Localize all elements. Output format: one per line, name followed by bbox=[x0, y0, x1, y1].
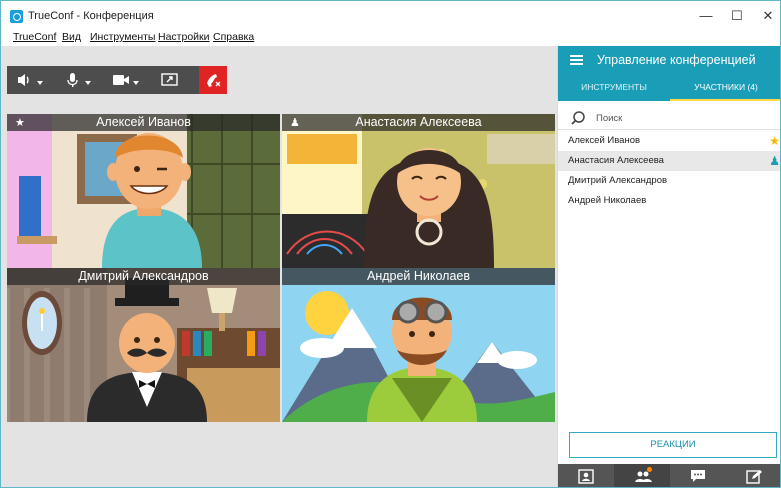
reactions-button[interactable]: РЕАКЦИИ bbox=[569, 432, 777, 458]
speaker-icon bbox=[18, 74, 29, 86]
video-tile-4[interactable]: Андрей Николаев bbox=[282, 268, 555, 422]
hangup-button[interactable] bbox=[199, 66, 227, 94]
title-bar: TrueConf - Конференция — ☐ ✕ bbox=[1, 1, 780, 31]
menu-settings[interactable]: Настройки bbox=[158, 31, 210, 43]
tile-name-2: Анастасия Алексеева bbox=[282, 114, 555, 131]
camera-button[interactable] bbox=[103, 66, 147, 94]
edit-button[interactable] bbox=[726, 464, 780, 487]
edit-icon bbox=[746, 470, 762, 484]
speaker-button[interactable] bbox=[7, 66, 51, 94]
panel-tabs: ИНСТРУМЕНТЫ УЧАСТНИКИ (4) bbox=[558, 74, 780, 101]
search-input[interactable] bbox=[596, 110, 766, 126]
minimize-button[interactable]: — bbox=[691, 5, 721, 27]
app-window: TrueConf - Конференция — ☐ ✕ TrueConf Ви… bbox=[0, 0, 781, 488]
maximize-button[interactable]: ☐ bbox=[722, 5, 752, 27]
moderator-icon: ♟ bbox=[769, 154, 780, 168]
owner-star-icon: ★ bbox=[15, 117, 25, 129]
video-tile-1[interactable]: Алексей Иванов ★ bbox=[7, 114, 280, 268]
notification-dot-icon bbox=[647, 467, 652, 472]
microphone-caret-icon[interactable] bbox=[85, 81, 91, 85]
moderator-icon: ♟ bbox=[290, 117, 300, 129]
participant-name: Андрей Николаев bbox=[568, 195, 647, 206]
video-tile-2[interactable]: Анастасия Алексеева ♟ bbox=[282, 114, 555, 268]
owner-star-icon: ★ bbox=[769, 134, 780, 148]
trueconf-logo-icon bbox=[10, 10, 23, 23]
participant-item[interactable]: Анастасия Алексеева ♟ bbox=[558, 151, 780, 171]
screen-share-icon bbox=[161, 73, 178, 86]
hangup-icon bbox=[207, 74, 221, 87]
search-icon bbox=[571, 111, 585, 125]
microphone-icon bbox=[67, 73, 78, 87]
participant-video-4 bbox=[282, 268, 555, 422]
participant-list: Алексей Иванов ★ Анастасия Алексеева ♟ Д… bbox=[558, 131, 780, 211]
participant-item[interactable]: Дмитрий Александров bbox=[558, 171, 780, 191]
contacts-button[interactable] bbox=[558, 464, 614, 487]
panel-title: Управление конференцией bbox=[597, 53, 756, 67]
tab-tools[interactable]: ИНСТРУМЕНТЫ bbox=[558, 74, 670, 101]
panel-bottom-bar bbox=[558, 464, 780, 487]
participant-video-2 bbox=[282, 114, 555, 268]
search-row bbox=[558, 106, 780, 130]
conference-management-panel: Управление конференцией ИНСТРУМЕНТЫ УЧАС… bbox=[557, 46, 780, 487]
speaker-caret-icon[interactable] bbox=[37, 81, 43, 85]
camera-icon bbox=[113, 75, 129, 85]
screen-share-button[interactable] bbox=[151, 66, 195, 94]
participant-item[interactable]: Андрей Николаев bbox=[558, 191, 780, 211]
menu-view[interactable]: Вид bbox=[62, 31, 81, 43]
menu-bar: TrueConf Вид Инструменты Настройки Справ… bbox=[1, 31, 780, 45]
close-button[interactable]: ✕ bbox=[753, 5, 780, 27]
participant-video-3 bbox=[7, 268, 280, 422]
window-title: TrueConf - Конференция bbox=[28, 10, 154, 22]
menu-tools[interactable]: Инструменты bbox=[90, 31, 155, 43]
participants-button[interactable] bbox=[614, 464, 670, 487]
tile-name-4: Андрей Николаев bbox=[282, 268, 555, 285]
tile-name-3: Дмитрий Александров bbox=[7, 268, 280, 285]
video-grid: Алексей Иванов ★ Анастасия Алексеева ♟ Д… bbox=[7, 114, 555, 422]
participant-name: Анастасия Алексеева bbox=[568, 155, 664, 166]
media-toolbar bbox=[7, 66, 227, 94]
contact-card-icon bbox=[578, 469, 594, 484]
chat-icon bbox=[691, 470, 705, 482]
tab-participants[interactable]: УЧАСТНИКИ (4) bbox=[670, 74, 780, 101]
menu-trueconf[interactable]: TrueConf bbox=[13, 31, 56, 43]
conference-area: Алексей Иванов ★ Анастасия Алексеева ♟ Д… bbox=[1, 46, 557, 487]
participant-item[interactable]: Алексей Иванов ★ bbox=[558, 131, 780, 151]
panel-header: Управление конференцией bbox=[558, 46, 780, 74]
camera-caret-icon[interactable] bbox=[133, 81, 139, 85]
chat-button[interactable] bbox=[670, 464, 726, 487]
participant-name: Дмитрий Александров bbox=[568, 175, 668, 186]
participant-name: Алексей Иванов bbox=[568, 135, 641, 146]
tile-name-1: Алексей Иванов bbox=[7, 114, 280, 131]
microphone-button[interactable] bbox=[55, 66, 99, 94]
video-tile-3[interactable]: Дмитрий Александров bbox=[7, 268, 280, 422]
menu-icon[interactable] bbox=[570, 55, 583, 65]
participant-video-1 bbox=[7, 114, 280, 268]
menu-help[interactable]: Справка bbox=[213, 31, 254, 43]
